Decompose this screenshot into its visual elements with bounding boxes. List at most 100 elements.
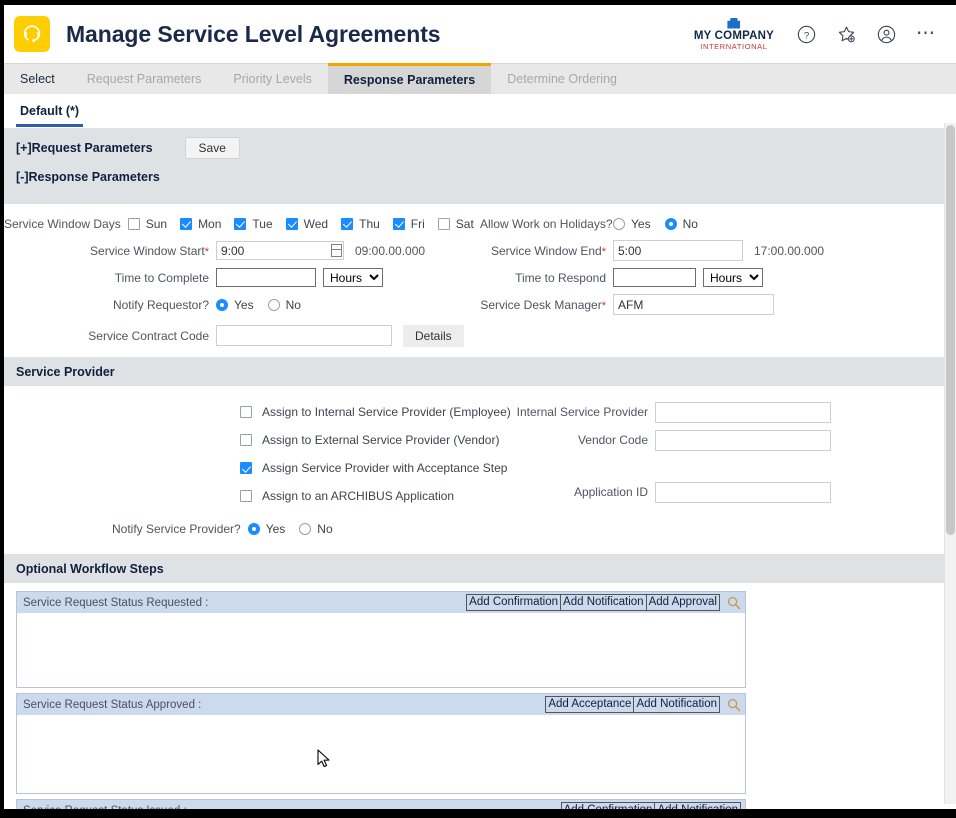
service-desk-manager-input[interactable] bbox=[613, 294, 774, 315]
assign-internal-row[interactable]: Assign to Internal Service Provider (Emp… bbox=[4, 398, 511, 426]
service-contract-code-input[interactable] bbox=[216, 325, 392, 346]
day-tue-checkbox[interactable] bbox=[234, 217, 247, 230]
response-parameters-toggle[interactable]: [-]Response Parameters bbox=[16, 170, 160, 184]
time-to-complete-row: Time to Complete Hours bbox=[4, 264, 480, 291]
response-parameters-row: [-]Response Parameters bbox=[16, 165, 956, 189]
day-sun[interactable]: Sun bbox=[127, 216, 168, 231]
tab-determine-ordering[interactable]: Determine Ordering bbox=[491, 64, 633, 94]
tab-select[interactable]: Select bbox=[4, 64, 71, 94]
service-window-end-input[interactable] bbox=[613, 240, 743, 261]
day-tue-label: Tue bbox=[252, 216, 273, 231]
notify-service-provider-label: Notify Service Provider? bbox=[112, 522, 241, 536]
details-button[interactable]: Details bbox=[403, 324, 464, 347]
application-id-input[interactable] bbox=[655, 481, 831, 503]
response-parameters-grid: Service Window Days Sun Mon Tue Wed Thu … bbox=[4, 210, 956, 349]
vendor-code-row: Vendor Code bbox=[480, 426, 956, 454]
service-window-start-input[interactable] bbox=[216, 241, 330, 260]
time-to-complete-unit-select[interactable]: Hours bbox=[323, 268, 383, 287]
save-button[interactable]: Save bbox=[184, 137, 240, 159]
help-circle-icon[interactable]: ? bbox=[794, 22, 818, 46]
sub-tabbar: Default (*) bbox=[4, 94, 956, 128]
assign-acceptance-row[interactable]: Assign Service Provider with Acceptance … bbox=[4, 454, 507, 482]
notify-service-provider-no-radio[interactable] bbox=[299, 523, 312, 535]
service-provider-body: Assign to Internal Service Provider (Emp… bbox=[4, 386, 956, 554]
required-marker: * bbox=[204, 245, 209, 258]
tab-priority-levels[interactable]: Priority Levels bbox=[217, 64, 328, 94]
time-to-respond-unit-select[interactable]: Hours bbox=[703, 268, 763, 287]
notify-requestor-yes-label: Yes bbox=[234, 297, 254, 312]
day-wed-checkbox[interactable] bbox=[285, 217, 298, 230]
app-header: Manage Service Level Agreements MY COMPA… bbox=[4, 5, 956, 63]
allow-holidays-control: Yes No bbox=[613, 217, 698, 231]
day-mon[interactable]: Mon bbox=[180, 217, 221, 231]
assign-external-row[interactable]: Assign to External Service Provider (Ven… bbox=[4, 426, 499, 454]
add-confirmation-button[interactable]: Add Confirmation bbox=[560, 802, 656, 809]
assign-internal-checkbox[interactable] bbox=[240, 406, 252, 418]
day-fri-checkbox[interactable] bbox=[392, 217, 405, 230]
optional-workflow-section-header: Optional Workflow Steps bbox=[4, 554, 956, 583]
workflow-card-approved-content bbox=[17, 715, 745, 793]
allow-holidays-yes-label: Yes bbox=[631, 216, 651, 231]
add-notification-button[interactable]: Add Notification bbox=[633, 696, 720, 713]
subtab-default[interactable]: Default (*) bbox=[16, 104, 84, 127]
service-window-days-group: Sun Mon Tue Wed Thu Fri Sat bbox=[127, 216, 487, 231]
time-to-respond-input[interactable] bbox=[613, 268, 696, 287]
allow-holidays-yes-radio[interactable] bbox=[613, 217, 625, 230]
bookmark-add-icon[interactable] bbox=[834, 22, 858, 46]
service-desk-manager-control bbox=[613, 294, 774, 315]
day-wed[interactable]: Wed bbox=[285, 217, 328, 231]
spinner-glyph bbox=[330, 244, 342, 257]
workflow-card-requested-title: Service Request Status Requested : bbox=[23, 596, 209, 609]
form-left-column: Service Window Days Sun Mon Tue Wed Thu … bbox=[4, 210, 480, 349]
workflow-card-issued-header: Service Request Status Issued : Add Conf… bbox=[17, 800, 745, 809]
add-notification-button[interactable]: Add Notification bbox=[654, 802, 741, 809]
day-mon-checkbox[interactable] bbox=[180, 217, 193, 230]
workflow-card-requested-actions: Add Confirmation Add Notification Add Ap… bbox=[466, 594, 741, 611]
time-to-complete-input[interactable] bbox=[216, 268, 316, 287]
day-fri[interactable]: Fri bbox=[392, 217, 425, 231]
workflow-card-approved: Service Request Status Approved : Add Ac… bbox=[16, 693, 746, 794]
add-confirmation-button[interactable]: Add Confirmation bbox=[466, 594, 562, 611]
vertical-scrollbar[interactable] bbox=[944, 123, 956, 804]
notify-service-provider-yes-label: Yes bbox=[265, 522, 286, 536]
day-thu-checkbox[interactable] bbox=[341, 217, 354, 230]
day-sun-checkbox[interactable] bbox=[127, 217, 140, 230]
tab-request-parameters[interactable]: Request Parameters bbox=[70, 64, 218, 94]
company-logo: MY COMPANY INTERNATIONAL bbox=[694, 17, 774, 51]
notify-requestor-no-radio[interactable] bbox=[267, 298, 280, 311]
day-sat[interactable]: Sat bbox=[437, 217, 474, 231]
assign-external-checkbox[interactable] bbox=[240, 434, 252, 446]
assign-acceptance-label: Assign Service Provider with Acceptance … bbox=[262, 461, 508, 475]
assign-archibus-row[interactable]: Assign to an ARCHIBUS Application bbox=[4, 482, 480, 510]
request-parameters-toggle[interactable]: [+]Request Parameters bbox=[16, 141, 153, 155]
magnifier-icon[interactable] bbox=[727, 596, 741, 610]
add-notification-button[interactable]: Add Notification bbox=[560, 594, 647, 611]
add-approval-button[interactable]: Add Approval bbox=[645, 594, 720, 611]
notify-requestor-yes-radio[interactable] bbox=[216, 298, 228, 311]
service-window-end-row: Service Window End* 17:00.00.000 bbox=[480, 237, 956, 264]
notify-service-provider-yes-radio[interactable] bbox=[247, 523, 260, 535]
account-circle-icon[interactable] bbox=[874, 22, 898, 46]
allow-holidays-no-radio[interactable] bbox=[664, 217, 677, 230]
magnifier-icon[interactable] bbox=[727, 698, 741, 712]
day-thu[interactable]: Thu bbox=[341, 217, 380, 231]
more-options-icon[interactable]: ⋯ bbox=[914, 22, 938, 46]
assign-archibus-checkbox[interactable] bbox=[240, 490, 252, 502]
workflow-card-approved-title: Service Request Status Approved : bbox=[23, 698, 202, 711]
service-desk-manager-row: Service Desk Manager* bbox=[480, 291, 956, 318]
workflow-card-issued-actions: Add Confirmation Add Notification bbox=[560, 802, 741, 809]
service-window-start-row: Service Window Start* 09:00.00.000 bbox=[4, 237, 480, 264]
vendor-code-input[interactable] bbox=[655, 429, 831, 451]
vertical-scrollbar-thumb[interactable] bbox=[946, 125, 955, 535]
day-tue[interactable]: Tue bbox=[234, 216, 273, 231]
workflow-card-issued-title: Service Request Status Issued : bbox=[23, 805, 187, 810]
service-window-start-spinner[interactable] bbox=[329, 241, 344, 260]
tab-response-parameters[interactable]: Response Parameters bbox=[327, 63, 492, 94]
workflow-card-requested-content bbox=[17, 613, 745, 687]
page-title: Manage Service Level Agreements bbox=[66, 20, 441, 47]
internal-service-provider-input[interactable] bbox=[655, 401, 831, 423]
assign-acceptance-checkbox[interactable] bbox=[240, 462, 252, 474]
day-sat-checkbox[interactable] bbox=[437, 217, 450, 230]
add-acceptance-button[interactable]: Add Acceptance bbox=[545, 696, 635, 713]
day-sun-label: Sun bbox=[145, 216, 168, 231]
